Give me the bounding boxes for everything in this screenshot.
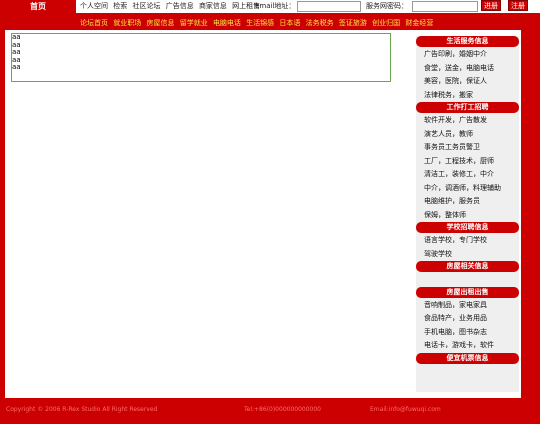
sidebar-item[interactable]: 语言学校，专门学校 <box>416 234 519 248</box>
sidebar-item <box>416 273 519 287</box>
top-link-search[interactable]: 检索 <box>113 2 127 10</box>
sidebar-section-schools: 学校招聘信息 <box>416 222 519 233</box>
sidebar: 生活服务信息 广告印刷，婚姻中介 食堂，送金，电脑电话 美容，医院，保证人 法律… <box>416 36 519 392</box>
sidebar-item[interactable]: 工厂，工程技术，厨师 <box>416 155 519 169</box>
top-link-personal-space[interactable]: 个人空间 <box>80 2 108 10</box>
nav-item-housing[interactable]: 房屋信息 <box>146 19 174 27</box>
nav-item-study-abroad[interactable]: 留学就业 <box>180 19 208 27</box>
sidebar-item[interactable]: 事务员工务员警卫 <box>416 141 519 155</box>
main-nav: 论坛首页 就业职场 房屋信息 留学就业 电脑电话 生活锦感 日本语 法务税务 签… <box>80 18 436 29</box>
nav-item-legal-tax[interactable]: 法务税务 <box>306 19 334 27</box>
sidebar-section-jobs: 工作打工招聘 <box>416 102 519 113</box>
sidebar-section-cheap-tickets: 便宜机票信息 <box>416 352 519 364</box>
footer-email[interactable]: Email:info@fuwuqi.com <box>370 403 441 417</box>
section-title[interactable]: 学校招聘信息 <box>416 222 519 233</box>
sidebar-item[interactable]: 演艺人员，教师 <box>416 128 519 142</box>
register-button[interactable]: 进册 <box>481 0 501 11</box>
sidebar-item[interactable]: 音响制品，家电家具 <box>416 299 519 313</box>
textarea-line: aa <box>12 48 21 56</box>
sidebar-item[interactable]: 电脑维护，服务员 <box>416 195 519 209</box>
sidebar-section-housing-info: 房屋相关信息 <box>416 261 519 272</box>
nav-item-computer-phone[interactable]: 电脑电话 <box>213 19 241 27</box>
section-title[interactable]: 房屋相关信息 <box>416 261 519 272</box>
sidebar-item[interactable]: 美容，医院，保证人 <box>416 75 519 89</box>
nav-item-japanese[interactable]: 日本语 <box>279 19 300 27</box>
nav-item-startup-return[interactable]: 创业归国 <box>372 19 400 27</box>
password-label: 服务网密码： <box>366 2 408 10</box>
content-textarea[interactable]: aa aa aa aa aa <box>11 33 391 82</box>
sidebar-item[interactable]: 驾驶学校 <box>416 248 519 262</box>
top-links: 个人空间 检索 社区论坛 广告信息 商家信息 网上租售 <box>80 0 263 13</box>
home-link[interactable]: 首页 <box>0 0 76 13</box>
sidebar-item[interactable]: 软件开发，广告散发 <box>416 114 519 128</box>
textarea-line: aa <box>12 33 21 41</box>
sidebar-item[interactable]: 保姆，整体师 <box>416 209 519 223</box>
footer-tel: Tel:+86(0)000000000000 <box>244 406 321 413</box>
textarea-line: aa <box>12 40 21 49</box>
top-link-ad-info[interactable]: 广告信息 <box>166 2 194 10</box>
nav-item-jobs[interactable]: 就业职场 <box>113 19 141 27</box>
section-title[interactable]: 生活服务信息 <box>416 36 519 47</box>
nav-item-visa-travel[interactable]: 签证旅游 <box>339 19 367 27</box>
sidebar-item[interactable]: 食堂，送金，电脑电话 <box>416 62 519 76</box>
top-link-community-forum[interactable]: 社区论坛 <box>132 2 160 10</box>
main-content: aa aa aa aa aa 生活服务信息 广告印刷，婚姻中介 食堂，送金，电脑… <box>5 30 521 398</box>
top-link-merchant-info[interactable]: 商家信息 <box>199 2 227 10</box>
sidebar-item[interactable]: 广告印刷，婚姻中介 <box>416 48 519 62</box>
textarea-line: aa <box>12 63 21 71</box>
login-button[interactable]: 注册 <box>508 0 528 11</box>
nav-item-finance[interactable]: 财金经营 <box>405 19 433 27</box>
nav-item-life[interactable]: 生活锦感 <box>246 19 274 27</box>
section-title[interactable]: 工作打工招聘 <box>416 102 519 113</box>
sidebar-item[interactable]: 电话卡，游戏卡，软件 <box>416 339 519 353</box>
textarea-line: aa <box>12 55 21 64</box>
section-title[interactable]: 房屋出租出售 <box>416 286 519 298</box>
footer-copyright: Copyright © 2006 R-Rex Studio All Right … <box>6 406 158 413</box>
nav-item-forum-home[interactable]: 论坛首页 <box>80 19 108 27</box>
sidebar-item[interactable]: 中介，调酒师，料理辅助 <box>416 182 519 196</box>
sidebar-section-life-services: 生活服务信息 <box>416 36 519 47</box>
section-title[interactable]: 便宜机票信息 <box>416 352 519 364</box>
footer: Copyright © 2006 R-Rex Studio All Right … <box>0 403 540 417</box>
email-field[interactable] <box>297 1 361 12</box>
sidebar-item[interactable]: 清洁工，装修工，中介 <box>416 168 519 182</box>
email-label: Email地址： <box>255 2 296 10</box>
sidebar-section-housing-rental: 房屋出租出售 <box>416 286 519 298</box>
top-bar: 首页 个人空间 检索 社区论坛 广告信息 商家信息 网上租售 Email地址： … <box>0 0 540 13</box>
password-field[interactable] <box>412 1 478 12</box>
sidebar-item[interactable]: 法律税务，搬家 <box>416 89 519 103</box>
sidebar-item[interactable]: 食品特产，业务用品 <box>416 312 519 326</box>
sidebar-item[interactable]: 手机电脑，图书杂志 <box>416 326 519 340</box>
